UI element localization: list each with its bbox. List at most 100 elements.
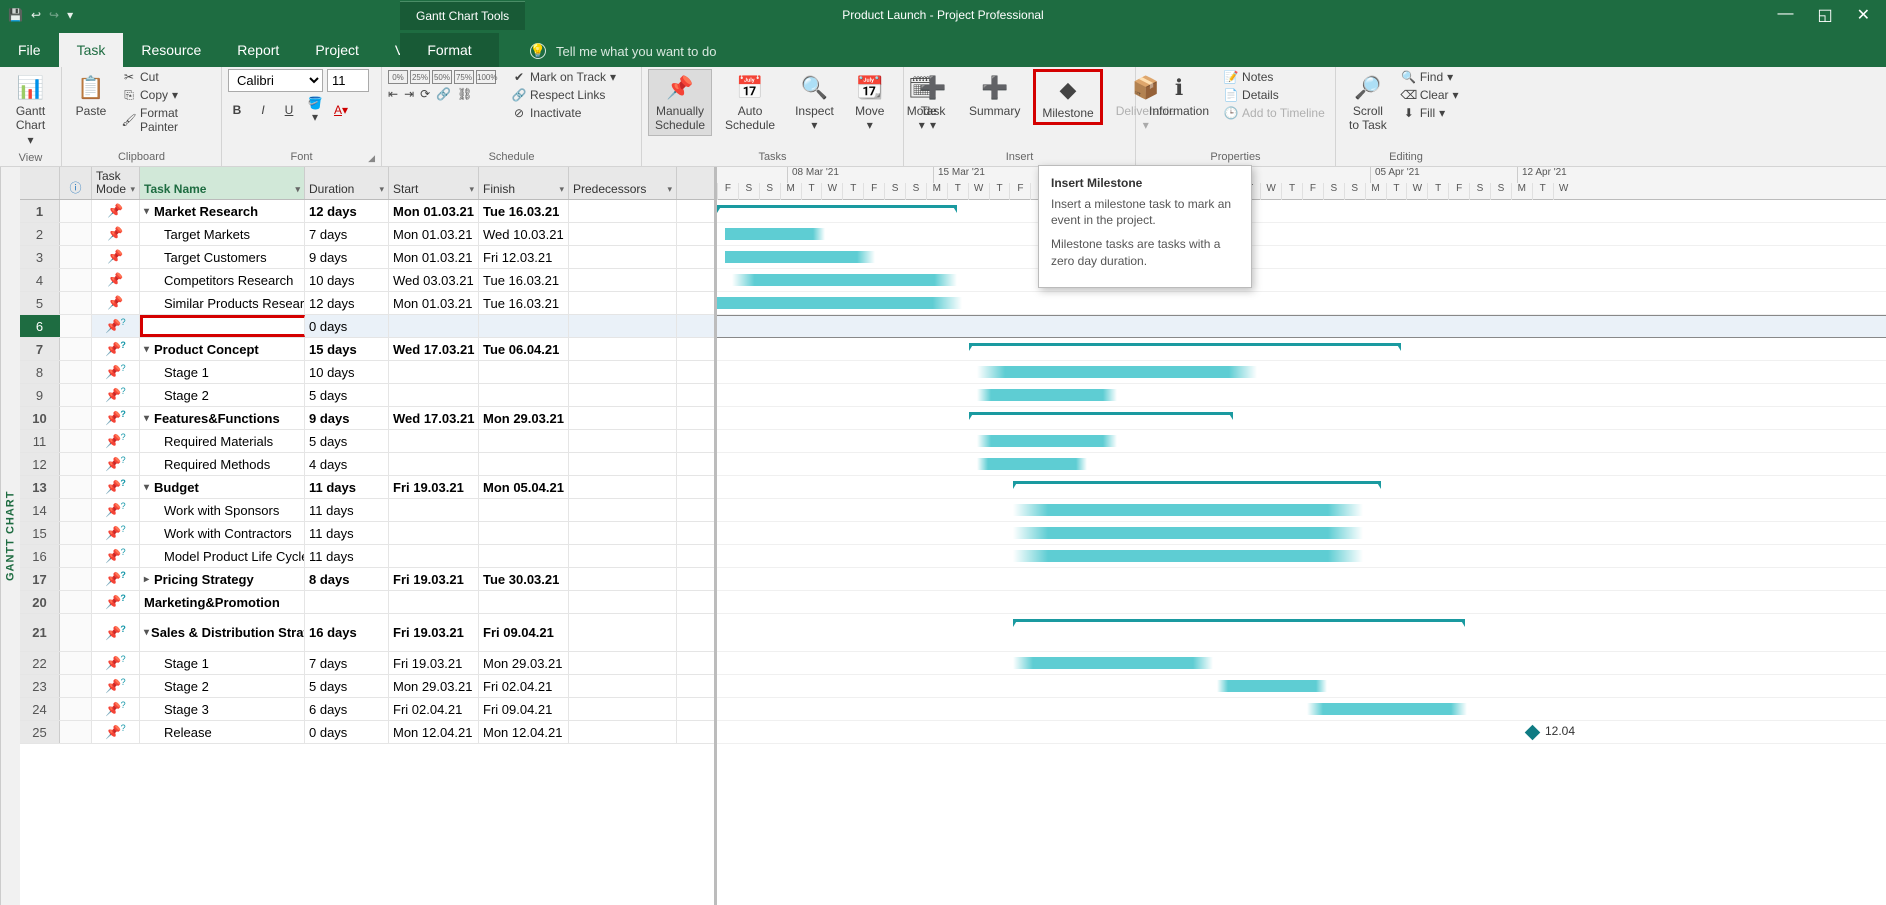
underline-button[interactable]: U bbox=[280, 103, 298, 117]
task-mode-cell[interactable]: 📌 bbox=[92, 407, 140, 429]
start-cell[interactable] bbox=[389, 522, 479, 544]
finish-cell[interactable] bbox=[479, 384, 569, 406]
task-name-cell[interactable]: ▾Budget bbox=[140, 476, 305, 498]
tell-me-search[interactable]: 💡 Tell me what you want to do bbox=[530, 43, 716, 67]
predecessors-cell[interactable] bbox=[569, 361, 677, 383]
task-mode-cell[interactable]: 📌 bbox=[92, 269, 140, 291]
finish-cell[interactable] bbox=[479, 499, 569, 521]
task-name-cell[interactable]: Required Materials bbox=[140, 430, 305, 452]
start-cell[interactable] bbox=[389, 315, 479, 337]
row-number[interactable]: 8 bbox=[20, 361, 60, 383]
inspect-button[interactable]: 🔍Inspect▾ bbox=[788, 69, 841, 136]
italic-button[interactable]: I bbox=[254, 103, 272, 117]
start-cell[interactable]: Wed 17.03.21 bbox=[389, 338, 479, 360]
predecessors-cell[interactable] bbox=[569, 200, 677, 222]
duration-cell[interactable]: 16 days bbox=[305, 614, 389, 651]
copy-button[interactable]: ⎘Copy ▾ bbox=[120, 87, 215, 103]
task-bar[interactable] bbox=[1217, 680, 1327, 692]
font-color-button[interactable]: A▾ bbox=[332, 103, 350, 117]
start-cell[interactable]: Fri 02.04.21 bbox=[389, 698, 479, 720]
duration-cell[interactable]: 9 days bbox=[305, 407, 389, 429]
tab-format[interactable]: Format bbox=[400, 33, 499, 67]
undo-icon[interactable]: ↩ bbox=[31, 8, 41, 22]
task-mode-cell[interactable]: 📌 bbox=[92, 292, 140, 314]
task-mode-cell[interactable]: 📌 bbox=[92, 522, 140, 544]
table-row[interactable]: 17📌▸Pricing Strategy8 daysFri 19.03.21Tu… bbox=[20, 568, 714, 591]
predecessors-cell[interactable] bbox=[569, 476, 677, 498]
fill-button[interactable]: ⬇Fill ▾ bbox=[1400, 105, 1461, 121]
summary-bar[interactable] bbox=[969, 343, 1401, 346]
duration-cell[interactable]: 7 days bbox=[305, 652, 389, 674]
start-cell[interactable] bbox=[389, 591, 479, 613]
duration-cell[interactable]: 12 days bbox=[305, 292, 389, 314]
gantt-row[interactable] bbox=[717, 269, 1886, 292]
start-cell[interactable] bbox=[389, 430, 479, 452]
respect-links-button[interactable]: 🔗Respect Links bbox=[510, 87, 618, 103]
table-row[interactable]: 21📌▾Sales & Distribution Strategy16 days… bbox=[20, 614, 714, 652]
cut-button[interactable]: ✂Cut bbox=[120, 69, 215, 85]
row-number[interactable]: 6 bbox=[20, 315, 60, 337]
duration-cell[interactable]: 11 days bbox=[305, 499, 389, 521]
col-task-mode[interactable]: Task Mode▾ bbox=[92, 167, 140, 199]
predecessors-cell[interactable] bbox=[569, 652, 677, 674]
gantt-row[interactable] bbox=[717, 591, 1886, 614]
start-cell[interactable] bbox=[389, 545, 479, 567]
table-row[interactable]: 16📌Model Product Life Cycle11 days bbox=[20, 545, 714, 568]
summary-bar[interactable] bbox=[1013, 481, 1381, 484]
finish-cell[interactable]: Mon 12.04.21 bbox=[479, 721, 569, 743]
duration-cell[interactable]: 0 days bbox=[305, 721, 389, 743]
row-number[interactable]: 9 bbox=[20, 384, 60, 406]
task-mode-cell[interactable]: 📌 bbox=[92, 614, 140, 651]
task-name-cell[interactable]: Stage 2 bbox=[140, 384, 305, 406]
insert-task-button[interactable]: ➕Task▾ bbox=[910, 69, 956, 136]
table-row[interactable]: 4📌Competitors Research10 daysWed 03.03.2… bbox=[20, 269, 714, 292]
col-predecessors[interactable]: Predecessors▾ bbox=[569, 167, 677, 199]
start-cell[interactable]: Mon 01.03.21 bbox=[389, 200, 479, 222]
table-row[interactable]: 1📌▾Market Research12 daysMon 01.03.21Tue… bbox=[20, 200, 714, 223]
finish-cell[interactable]: Tue 16.03.21 bbox=[479, 200, 569, 222]
tab-project[interactable]: Project bbox=[297, 33, 377, 67]
task-name-cell[interactable]: Required Methods bbox=[140, 453, 305, 475]
finish-cell[interactable]: Fri 02.04.21 bbox=[479, 675, 569, 697]
start-cell[interactable]: Mon 01.03.21 bbox=[389, 292, 479, 314]
table-row[interactable]: 20📌Marketing&Promotion bbox=[20, 591, 714, 614]
font-name-select[interactable]: Calibri bbox=[228, 69, 323, 92]
row-number[interactable]: 4 bbox=[20, 269, 60, 291]
duration-cell[interactable]: 4 days bbox=[305, 453, 389, 475]
task-mode-cell[interactable]: 📌 bbox=[92, 675, 140, 697]
duration-cell[interactable]: 15 days bbox=[305, 338, 389, 360]
gantt-row[interactable] bbox=[717, 614, 1886, 652]
indent-button[interactable]: ⇥ bbox=[404, 87, 414, 101]
row-number[interactable]: 17 bbox=[20, 568, 60, 590]
tab-resource[interactable]: Resource bbox=[123, 33, 219, 67]
task-mode-cell[interactable]: 📌 bbox=[92, 315, 140, 337]
summary-bar[interactable] bbox=[1013, 619, 1465, 622]
col-task-name[interactable]: Task Name▾ bbox=[140, 167, 305, 199]
finish-cell[interactable] bbox=[479, 453, 569, 475]
finish-cell[interactable]: Mon 05.04.21 bbox=[479, 476, 569, 498]
table-row[interactable]: 22📌Stage 17 daysFri 19.03.21Mon 29.03.21 bbox=[20, 652, 714, 675]
row-number[interactable]: 16 bbox=[20, 545, 60, 567]
fill-color-button[interactable]: 🪣▾ bbox=[306, 96, 324, 124]
table-row[interactable]: 12📌Required Methods4 days bbox=[20, 453, 714, 476]
summary-bar[interactable] bbox=[969, 412, 1233, 415]
task-name-cell[interactable]: Stage 2 bbox=[140, 675, 305, 697]
task-mode-cell[interactable]: 📌 bbox=[92, 698, 140, 720]
duration-cell[interactable]: 5 days bbox=[305, 430, 389, 452]
finish-cell[interactable] bbox=[479, 430, 569, 452]
gantt-row[interactable] bbox=[717, 545, 1886, 568]
table-row[interactable]: 15📌Work with Contractors11 days bbox=[20, 522, 714, 545]
link-button[interactable]: 🔗 bbox=[436, 87, 451, 101]
start-cell[interactable]: Fri 19.03.21 bbox=[389, 568, 479, 590]
finish-cell[interactable] bbox=[479, 545, 569, 567]
row-number[interactable]: 7 bbox=[20, 338, 60, 360]
duration-cell[interactable]: 10 days bbox=[305, 269, 389, 291]
row-number[interactable]: 13 bbox=[20, 476, 60, 498]
predecessors-cell[interactable] bbox=[569, 407, 677, 429]
row-number[interactable]: 1 bbox=[20, 200, 60, 222]
finish-cell[interactable] bbox=[479, 591, 569, 613]
row-number[interactable]: 2 bbox=[20, 223, 60, 245]
task-name-cell[interactable]: Target Customers bbox=[140, 246, 305, 268]
gantt-row[interactable] bbox=[717, 200, 1886, 223]
row-number[interactable]: 22 bbox=[20, 652, 60, 674]
